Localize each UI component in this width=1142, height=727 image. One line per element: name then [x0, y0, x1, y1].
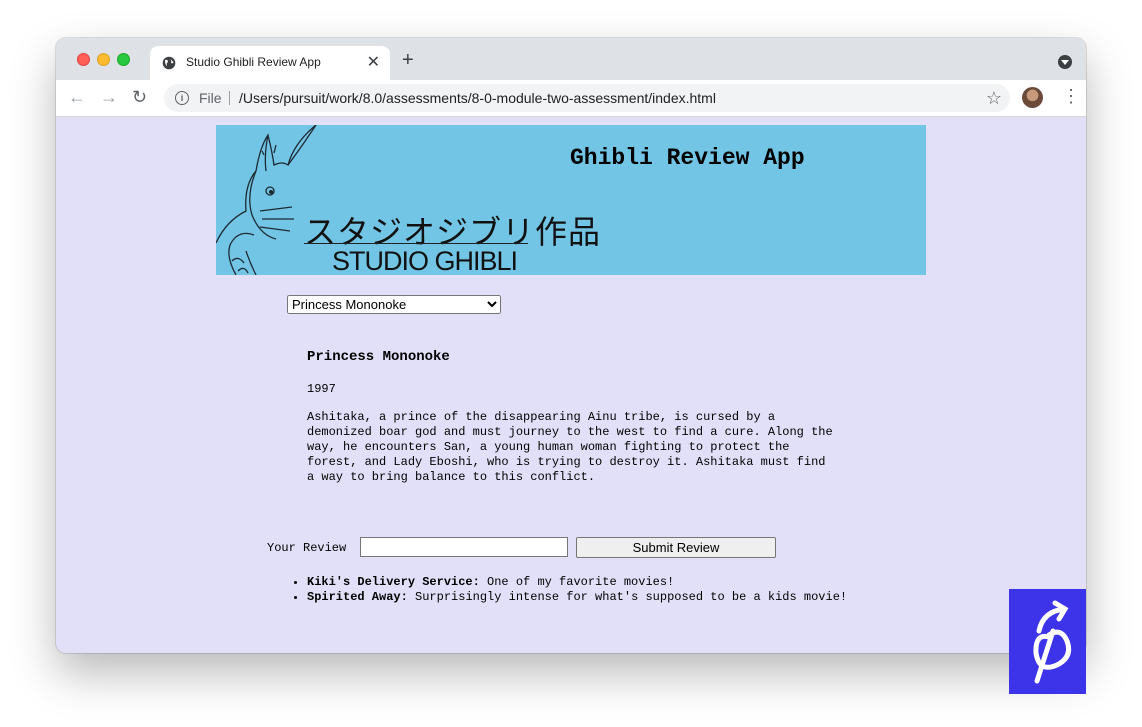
tab-strip: Studio Ghibli Review App ✕ + — [56, 38, 1086, 80]
movie-description: Ashitaka, a prince of the disappearing A… — [307, 410, 833, 484]
reload-icon[interactable]: ↻ — [132, 87, 147, 107]
divider — [229, 91, 230, 105]
review-label: Your Review — [267, 541, 347, 555]
page-viewport: Ghibli Review App スタジオジブリ作品 STUDIO GHIBL… — [56, 117, 1086, 653]
globe-icon — [162, 56, 176, 70]
minimize-window-button[interactable] — [97, 53, 110, 66]
app-title: Ghibli Review App — [570, 145, 805, 171]
plus-icon[interactable]: + — [402, 50, 414, 70]
browser-tab[interactable]: Studio Ghibli Review App ✕ — [150, 46, 390, 80]
movie-title: Princess Mononoke — [307, 349, 450, 365]
info-icon[interactable]: i — [175, 91, 189, 105]
back-arrow-icon[interactable]: ← — [68, 87, 86, 107]
review-movie-name: Spirited Away: — [307, 590, 408, 604]
url-text[interactable]: /Users/pursuit/work/8.0/assessments/8-0-… — [239, 90, 716, 106]
logo-rule — [304, 243, 528, 244]
list-item: Kiki's Delivery Service: One of my favor… — [307, 575, 867, 590]
loom-badge[interactable] — [1009, 589, 1086, 694]
review-list: Kiki's Delivery Service: One of my favor… — [307, 575, 867, 605]
review-text: One of my favorite movies! — [479, 575, 675, 589]
menu-dots-icon[interactable]: ⋮ — [1062, 86, 1080, 106]
maximize-window-button[interactable] — [117, 53, 130, 66]
close-icon[interactable]: ✕ — [367, 52, 380, 72]
movie-year: 1997 — [307, 382, 336, 396]
forward-arrow-icon[interactable]: → — [100, 87, 118, 107]
browser-toolbar: ← → ↻ i File /Users/pursuit/work/8.0/ass… — [56, 80, 1086, 117]
tab-title: Studio Ghibli Review App — [186, 55, 321, 69]
review-text: Surprisingly intense for what's supposed… — [407, 590, 848, 604]
star-icon[interactable]: ☆ — [986, 88, 1002, 109]
close-window-button[interactable] — [77, 53, 90, 66]
scheme-label: File — [199, 90, 222, 106]
list-item: Spirited Away: Surprisingly intense for … — [307, 590, 867, 605]
browser-window: Studio Ghibli Review App ✕ + ← → ↻ i Fil… — [56, 38, 1086, 653]
review-movie-name: Kiki's Delivery Service: — [307, 575, 480, 589]
header-banner: Ghibli Review App スタジオジブリ作品 STUDIO GHIBL… — [216, 125, 926, 275]
avatar[interactable] — [1022, 87, 1043, 108]
submit-review-button[interactable]: Submit Review — [576, 537, 776, 558]
loom-logo-icon — [1033, 600, 1072, 684]
tab-search-icon[interactable] — [1058, 55, 1072, 69]
logo-english-text: STUDIO GHIBLI — [332, 246, 518, 275]
movie-select[interactable]: Princess Mononoke — [287, 295, 501, 314]
address-bar[interactable]: i File /Users/pursuit/work/8.0/assessmen… — [164, 84, 1010, 112]
review-input[interactable] — [360, 537, 568, 557]
